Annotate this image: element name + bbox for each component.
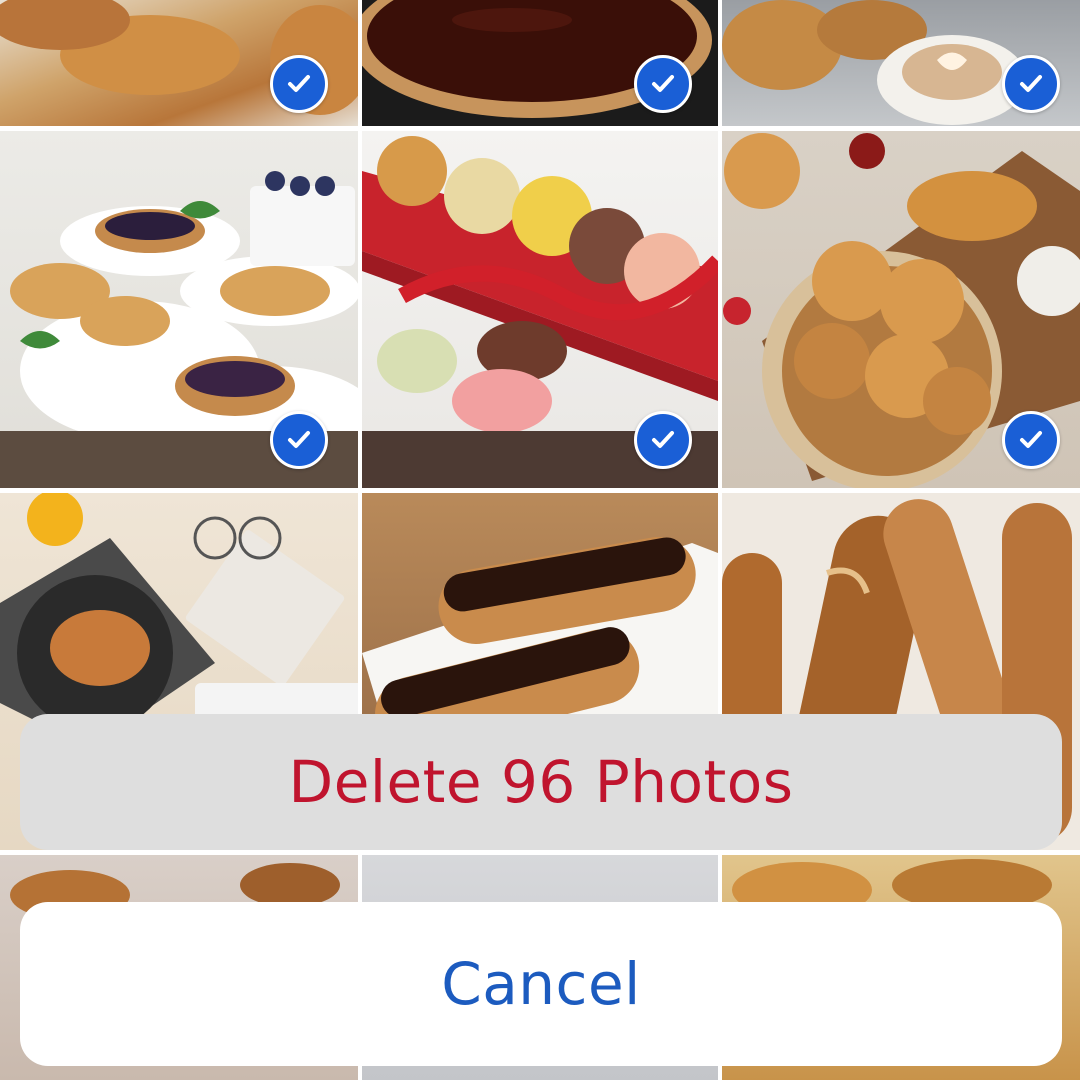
- selected-check-icon: [1002, 55, 1060, 113]
- selected-check-icon: [634, 411, 692, 469]
- photo-thumbnail[interactable]: [722, 0, 1080, 126]
- photo-thumbnail[interactable]: [722, 131, 1080, 488]
- cancel-button[interactable]: Cancel: [20, 902, 1062, 1066]
- selected-check-icon: [1002, 411, 1060, 469]
- selected-check-icon: [270, 411, 328, 469]
- photo-thumbnail[interactable]: [0, 0, 358, 126]
- photo-thumbnail[interactable]: [0, 131, 358, 488]
- selected-check-icon: [634, 55, 692, 113]
- photo-thumbnail[interactable]: [362, 0, 718, 126]
- selected-check-icon: [270, 55, 328, 113]
- cancel-label: Cancel: [441, 950, 641, 1018]
- delete-photos-button[interactable]: Delete 96 Photos: [20, 714, 1062, 850]
- photo-thumbnail[interactable]: [362, 131, 718, 488]
- delete-photos-label: Delete 96 Photos: [288, 748, 794, 816]
